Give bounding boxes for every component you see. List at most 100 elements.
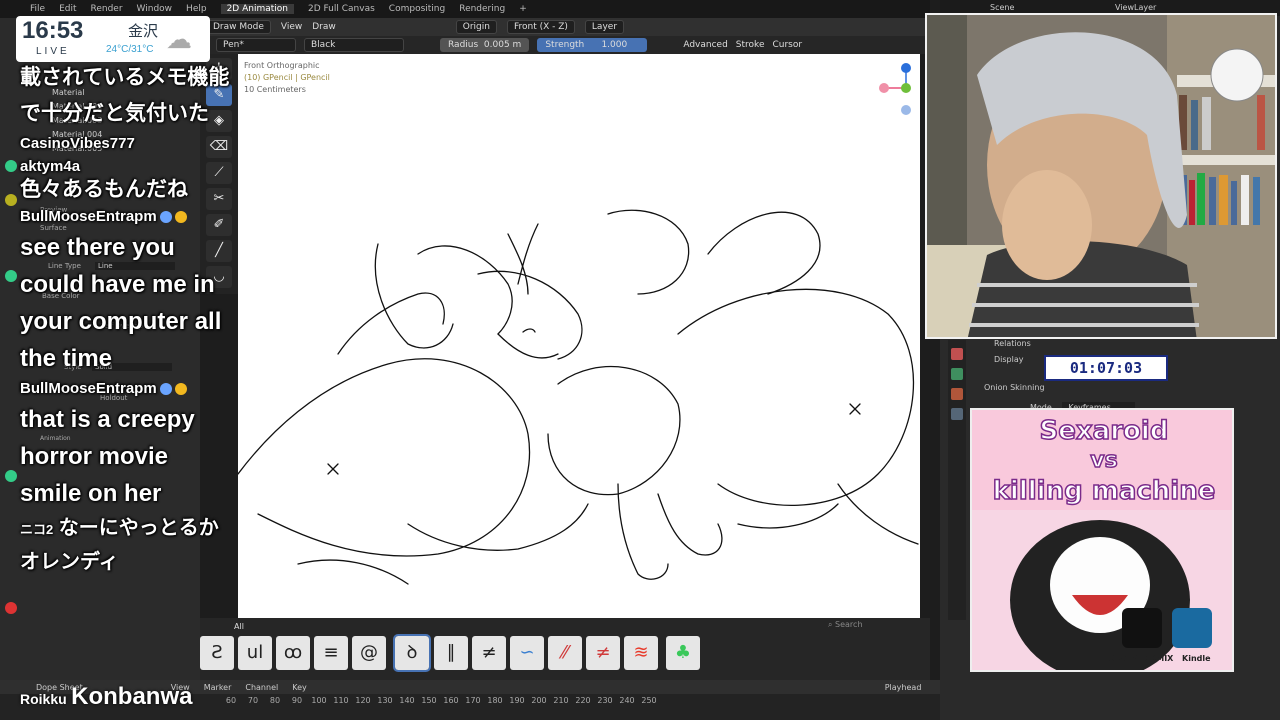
brush-thumbnail[interactable]: ∽ [510, 636, 544, 670]
menu-render[interactable]: Render [91, 4, 123, 14]
cursor-menu[interactable]: Cursor [772, 40, 802, 50]
key-menu[interactable]: Key [292, 683, 307, 692]
tool-settings-bar: Pen* Black Radius 0.005 m Strength 1.000… [200, 36, 930, 54]
menu-file[interactable]: File [30, 4, 45, 14]
brush-thumbnail[interactable]: ⁄⁄ [548, 636, 582, 670]
brush-thumbnail[interactable]: ♣ [666, 636, 700, 670]
frame-tick: 110 [333, 696, 349, 705]
frame-tick: 210 [553, 696, 569, 705]
user-icon [5, 194, 17, 206]
moderator-badge-icon [159, 211, 172, 224]
frame-tick: 170 [465, 696, 481, 705]
onion-skinning-section[interactable]: Onion Skinning [970, 380, 1190, 396]
strength-value: 1.000 [601, 40, 628, 50]
chat-message: that is a creepy horror movie smile on h… [20, 406, 195, 507]
stroke-menu[interactable]: Stroke [736, 40, 765, 50]
brush-dropdown[interactable]: Pen* [216, 38, 296, 52]
frame-tick: 180 [487, 696, 503, 705]
radius-field[interactable]: Radius 0.005 m [440, 38, 530, 52]
frame-tick: 250 [641, 696, 657, 705]
user-icon [5, 470, 17, 482]
advanced-menu[interactable]: Advanced [683, 40, 727, 50]
origin-dropdown[interactable]: Origin [455, 20, 497, 34]
navigation-gizmo[interactable] [870, 58, 918, 118]
viewport-info: Front Orthographic (10) GPencil | GPenci… [244, 60, 330, 96]
brush-thumbnail[interactable]: ul [238, 636, 272, 670]
strength-label: Strength [545, 40, 585, 50]
draw-menu[interactable]: Draw [312, 22, 336, 32]
chat-username: BullMooseEntrapm [20, 206, 230, 228]
chat-username: Roikku [20, 691, 67, 707]
frame-tick: 190 [509, 696, 525, 705]
tab-compositing[interactable]: Compositing [389, 4, 445, 14]
frame-ruler[interactable]: 60 70 80 90 100 110 120 130 140 150 160 … [220, 696, 660, 705]
chat-username-text: ニコ2 [20, 522, 54, 537]
search-placeholder: Search [835, 620, 863, 629]
frame-tick: 120 [355, 696, 371, 705]
object-tab-icon[interactable] [951, 348, 963, 360]
chat-message: Konbanwa [71, 683, 193, 710]
playhead-dropdown[interactable]: Playhead [885, 683, 922, 692]
brush-thumbnail[interactable]: ꝏ [276, 636, 310, 670]
scene-label[interactable]: Scene [990, 3, 1014, 12]
chat-icon-column [2, 70, 20, 680]
brush-thumbnail[interactable]: ∥ [434, 636, 468, 670]
frame-tick: 140 [399, 696, 415, 705]
material-dropdown[interactable]: Black [304, 38, 404, 52]
chat-overlay: 載されているメモ機能で十分だと気付いた CasinoVibes777 aktym… [20, 60, 230, 578]
tab-rendering[interactable]: Rendering [459, 4, 505, 14]
drawing-canvas[interactable] [238, 54, 920, 632]
frame-tick: 70 [247, 696, 259, 705]
latest-chat-message: Roikku Konbanwa [20, 683, 192, 711]
view-menu[interactable]: View [281, 22, 302, 32]
viewlayer-label[interactable]: ViewLayer [1115, 3, 1156, 12]
cover-title-2: vs [1090, 447, 1119, 474]
menu-help[interactable]: Help [186, 4, 207, 14]
subscriber-badge-icon [174, 383, 187, 396]
brush-thumbnail[interactable]: ≠ [472, 636, 506, 670]
brush-thumbnail[interactable]: ≋ [624, 636, 658, 670]
frame-tick: 220 [575, 696, 591, 705]
chat-username: CasinoVibes777 [20, 133, 230, 155]
brush-thumbnail-selected[interactable]: ꝺ [393, 634, 431, 672]
chat-message: 色々あるもんだね [20, 178, 188, 201]
frame-tick: 240 [619, 696, 635, 705]
frame-tick: 100 [311, 696, 327, 705]
scene-tab-icon[interactable] [951, 408, 963, 420]
add-workspace-button[interactable]: + [519, 4, 527, 14]
channel-menu[interactable]: Channel [245, 683, 278, 692]
radius-label: Radius [448, 40, 479, 50]
material-tab-icon[interactable] [951, 388, 963, 400]
frame-tick: 60 [225, 696, 237, 705]
clock-time: 16:53 [22, 17, 84, 44]
asset-filter-all[interactable]: All [234, 622, 244, 631]
webcam-image [927, 15, 1275, 337]
cloud-icon: ☁ [166, 24, 192, 54]
frame-tick: 200 [531, 696, 547, 705]
brush-thumbnail[interactable]: ≡ [314, 636, 348, 670]
moderator-badge-icon [159, 383, 172, 396]
user-icon [5, 270, 17, 282]
strength-field[interactable]: Strength 1.000 [537, 38, 648, 52]
brush-thumbnail[interactable]: Ƨ [200, 636, 234, 670]
tab-2d-animation[interactable]: 2D Animation [220, 4, 294, 14]
layer-dropdown[interactable]: Layer [584, 20, 625, 34]
mode-dropdown[interactable]: Draw Mode [206, 20, 271, 34]
menu-edit[interactable]: Edit [59, 4, 76, 14]
view-axis-dropdown[interactable]: Front (X - Z) [506, 20, 575, 34]
subscriber-badge-icon [174, 211, 187, 224]
cover-title-3: killing machine [992, 475, 1216, 507]
frame-tick: 90 [291, 696, 303, 705]
data-tab-icon[interactable] [951, 368, 963, 380]
brush-thumbnail[interactable]: ≠ [586, 636, 620, 670]
brush-asset-shelf: All Ƨ ul ꝏ ≡ @ ꝺ ∥ ≠ ∽ ⁄⁄ ≠ ≋ ♣ [200, 618, 930, 680]
brand-kindle: Kindle [1182, 654, 1211, 663]
menu-window[interactable]: Window [137, 4, 173, 14]
marker-menu[interactable]: Marker [204, 683, 232, 692]
frame-tick: 230 [597, 696, 613, 705]
tab-2d-full-canvas[interactable]: 2D Full Canvas [308, 4, 375, 14]
viewport-header: Draw Mode View Draw Origin Front (X - Z)… [200, 18, 930, 36]
brush-thumbnail[interactable]: @ [352, 636, 386, 670]
webcam-feed [925, 13, 1277, 339]
asset-search-input[interactable]: ⌕ Search [828, 620, 928, 632]
